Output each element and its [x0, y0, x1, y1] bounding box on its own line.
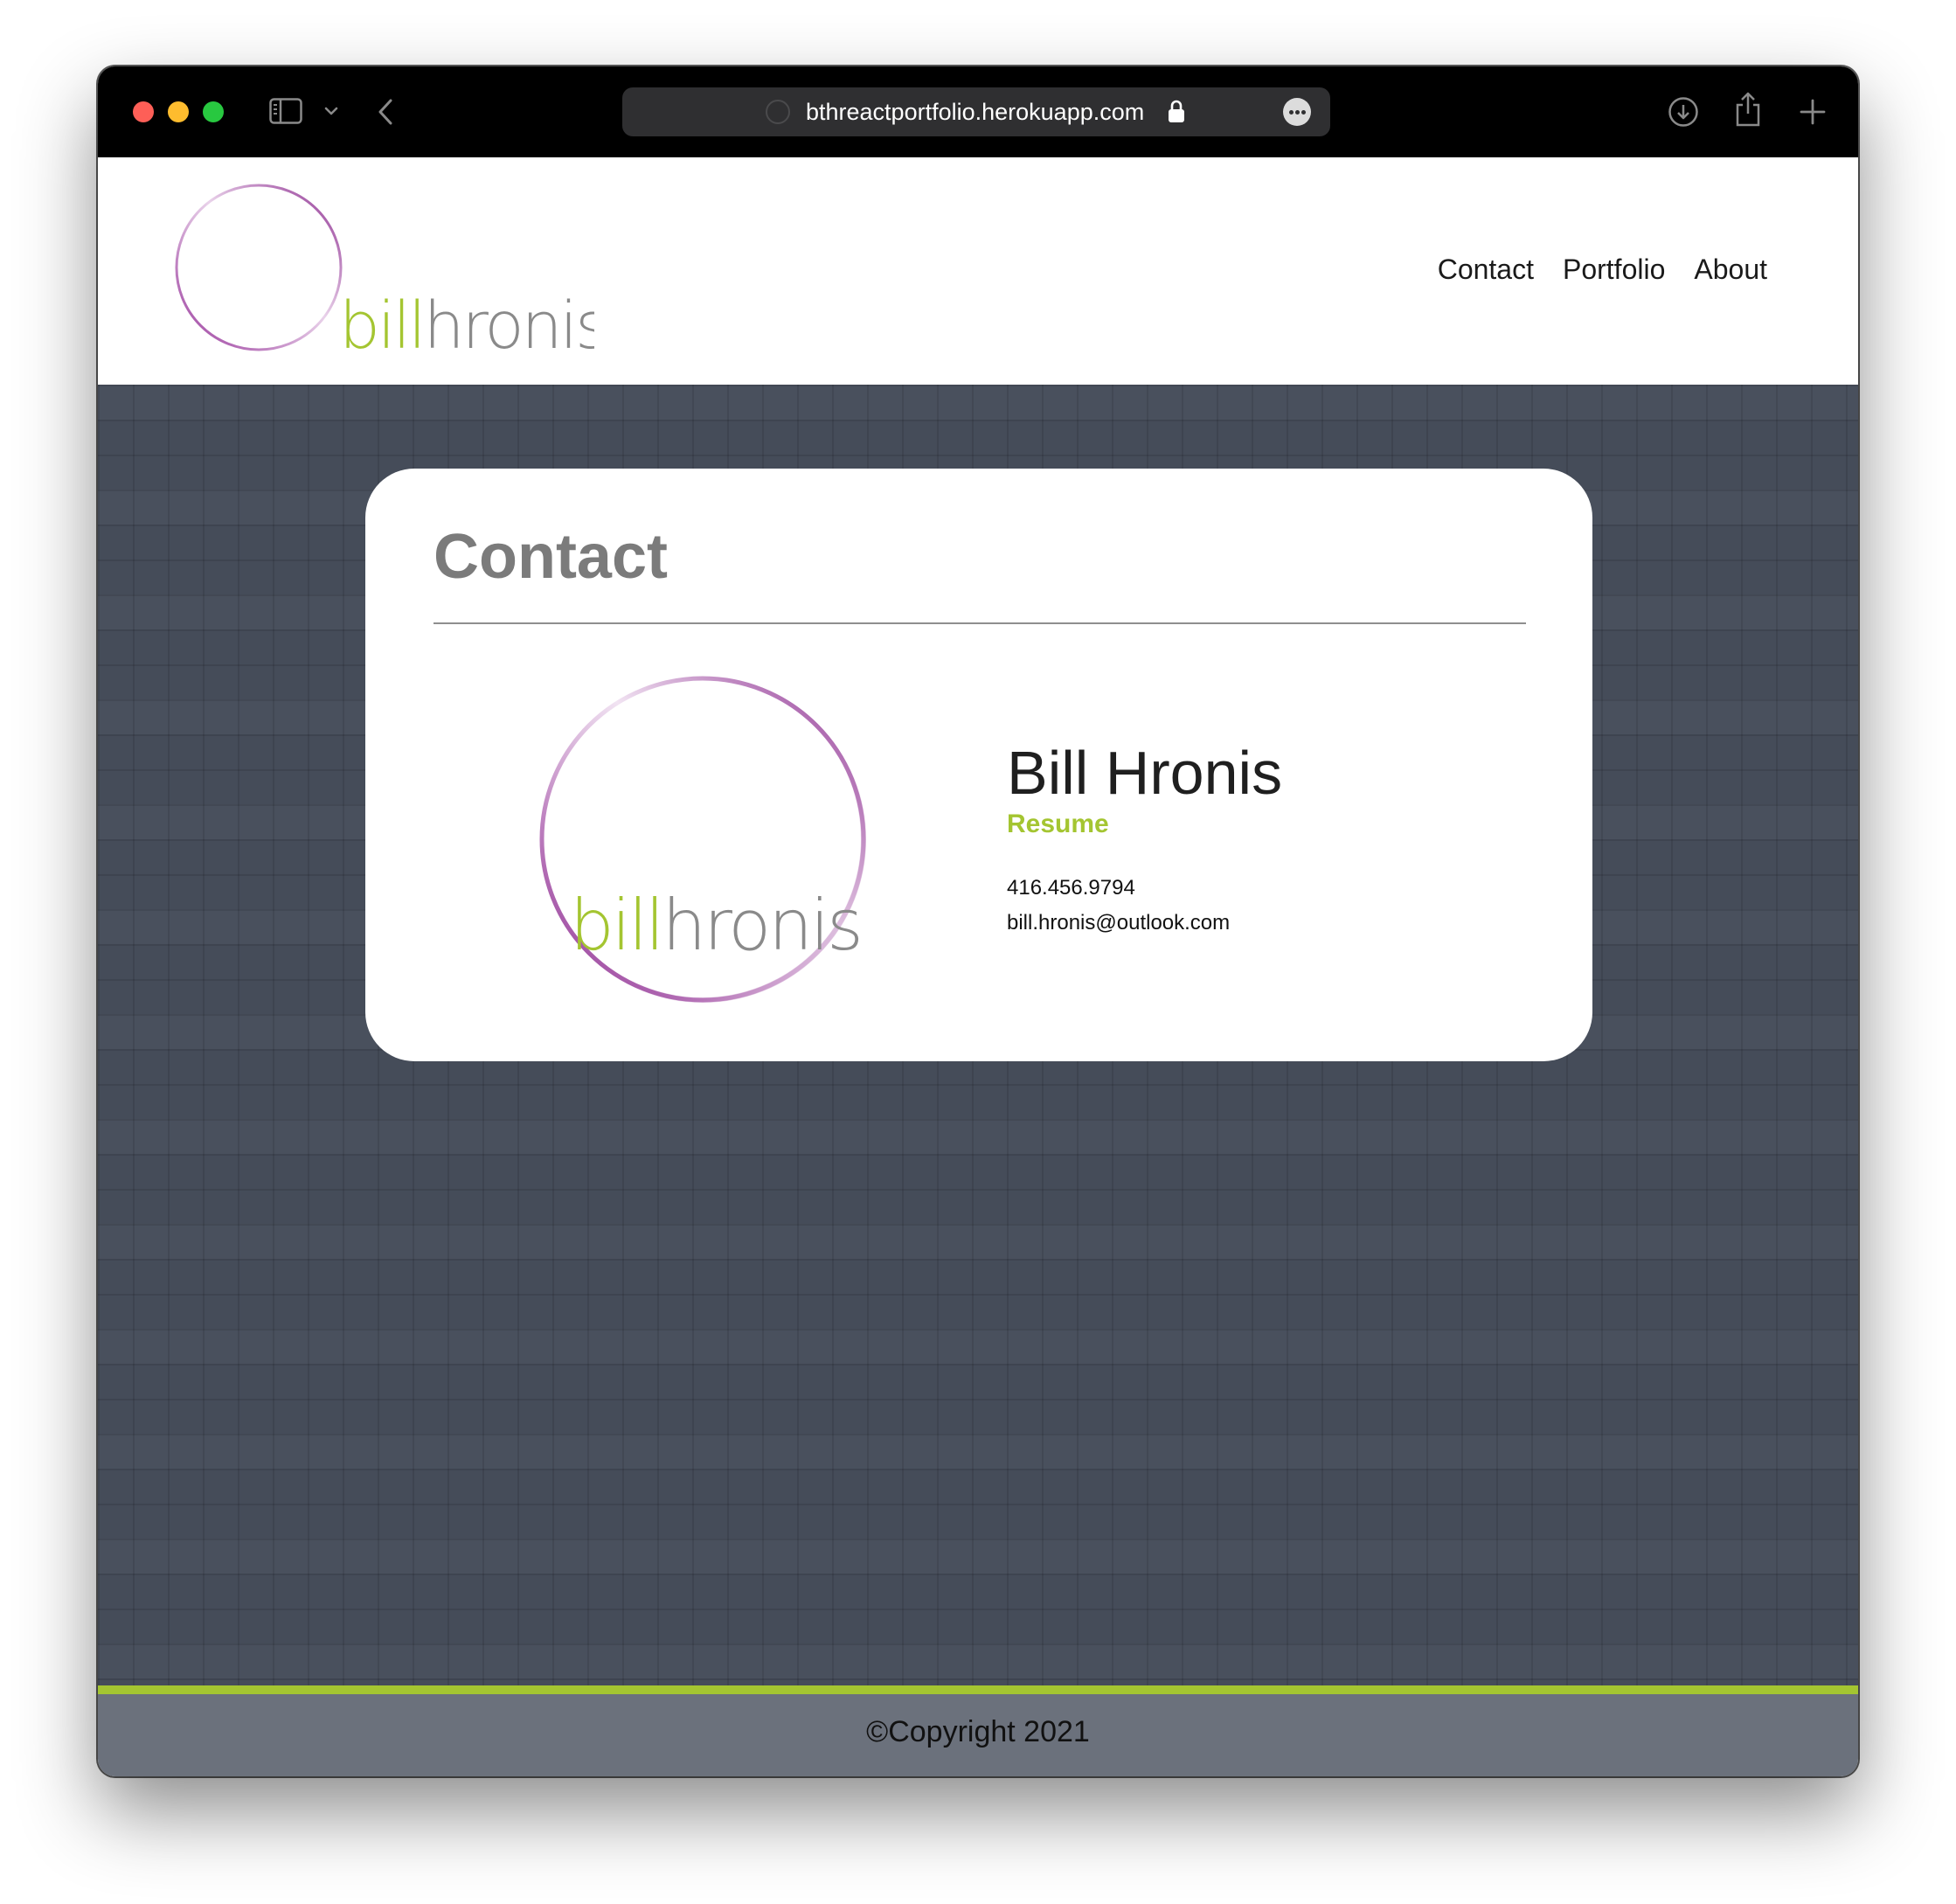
minimize-window-button[interactable]: [168, 101, 189, 122]
download-icon[interactable]: [1668, 96, 1699, 128]
nav-portfolio[interactable]: Portfolio: [1563, 254, 1665, 286]
browser-toolbar: bthreactportfolio.herokuapp.com: [98, 66, 1858, 157]
logo-first-name: bill: [339, 288, 424, 357]
zoom-window-button[interactable]: [203, 101, 224, 122]
contact-card: Contact billhronis Bill Hronis Resume 41…: [365, 469, 1592, 1061]
logo-last-name: hronis: [424, 288, 594, 357]
site-logo[interactable]: billhronis: [175, 182, 594, 357]
chevron-down-icon[interactable]: [323, 105, 339, 117]
contact-logo: billhronis: [539, 676, 866, 1003]
svg-text:billhronis: billhronis: [339, 288, 594, 357]
back-icon[interactable]: [376, 98, 395, 126]
nav-contact[interactable]: Contact: [1438, 254, 1534, 286]
contact-phone: 416.456.9794: [1007, 876, 1135, 900]
more-icon[interactable]: [1283, 98, 1311, 126]
address-url[interactable]: bthreactportfolio.herokuapp.com: [806, 87, 1144, 136]
title-divider: [434, 622, 1526, 624]
contact-logo-last-name: hronis: [662, 885, 860, 966]
site-footer: ©Copyright 2021: [98, 1685, 1858, 1776]
address-bar[interactable]: bthreactportfolio.herokuapp.com: [622, 87, 1330, 136]
svg-text:billhronis: billhronis: [570, 885, 861, 966]
nav-about[interactable]: About: [1694, 254, 1767, 286]
share-icon[interactable]: [1734, 91, 1762, 128]
loading-spinner-icon: [766, 100, 790, 124]
browser-window: bthreactportfolio.herokuapp.com billhron…: [98, 66, 1858, 1776]
contact-logo-first-name: bill: [570, 885, 662, 966]
page-title: Contact: [434, 522, 668, 592]
new-tab-icon[interactable]: [1799, 98, 1827, 126]
main-nav: Contact Portfolio About: [1438, 254, 1767, 286]
contact-name: Bill Hronis: [1007, 739, 1283, 807]
main-content: Contact billhronis Bill Hronis Resume 41…: [98, 385, 1858, 1685]
close-window-button[interactable]: [133, 101, 154, 122]
footer-copyright: ©Copyright 2021: [866, 1715, 1090, 1748]
resume-link[interactable]: Resume: [1007, 810, 1109, 839]
sidebar-icon[interactable]: [269, 98, 302, 124]
lock-icon: [1169, 100, 1184, 122]
site-header: billhronis Contact Portfolio About: [98, 157, 1858, 385]
contact-email[interactable]: bill.hronis@outlook.com: [1007, 911, 1230, 935]
